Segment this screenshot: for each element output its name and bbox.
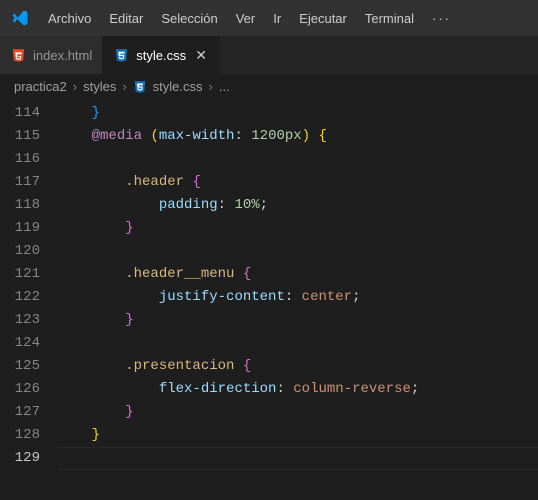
- css3-icon: [113, 47, 129, 63]
- menu-more-icon[interactable]: ···: [424, 7, 459, 30]
- line-number-gutter: 1141151161171181191201211221231241251261…: [0, 100, 58, 470]
- chevron-right-icon: ›: [122, 79, 126, 94]
- close-icon[interactable]: ✕: [193, 47, 209, 63]
- html5-icon: [10, 47, 26, 63]
- css3-icon: [133, 79, 148, 94]
- menu-terminal[interactable]: Terminal: [357, 7, 422, 30]
- tab-style-css[interactable]: style.css ✕: [103, 36, 220, 74]
- tab-index-html[interactable]: index.html: [0, 36, 103, 74]
- crumb-symbol[interactable]: ...: [219, 79, 230, 94]
- editor-tabs: index.html style.css ✕: [0, 36, 538, 74]
- tab-label: index.html: [33, 48, 92, 63]
- code-editor[interactable]: 1141151161171181191201211221231241251261…: [0, 100, 538, 470]
- menu-ejecutar[interactable]: Ejecutar: [291, 7, 355, 30]
- title-bar: Archivo Editar Selección Ver Ir Ejecutar…: [0, 0, 538, 36]
- menu-ver[interactable]: Ver: [228, 7, 264, 30]
- chevron-right-icon: ›: [73, 79, 77, 94]
- menu-ir[interactable]: Ir: [265, 7, 289, 30]
- chevron-right-icon: ›: [209, 79, 213, 94]
- menu-editar[interactable]: Editar: [101, 7, 151, 30]
- vscode-logo-icon: [8, 6, 32, 30]
- menu-archivo[interactable]: Archivo: [40, 7, 99, 30]
- crumb-folder[interactable]: styles: [83, 79, 116, 94]
- breadcrumb: practica2 › styles › style.css › ...: [0, 74, 538, 100]
- crumb-folder[interactable]: practica2: [14, 79, 67, 94]
- menu-seleccion[interactable]: Selección: [153, 7, 225, 30]
- tab-label: style.css: [136, 48, 186, 63]
- code-content[interactable]: } @media (max-width: 1200px) { .header {…: [58, 100, 538, 470]
- crumb-file[interactable]: style.css: [133, 79, 203, 94]
